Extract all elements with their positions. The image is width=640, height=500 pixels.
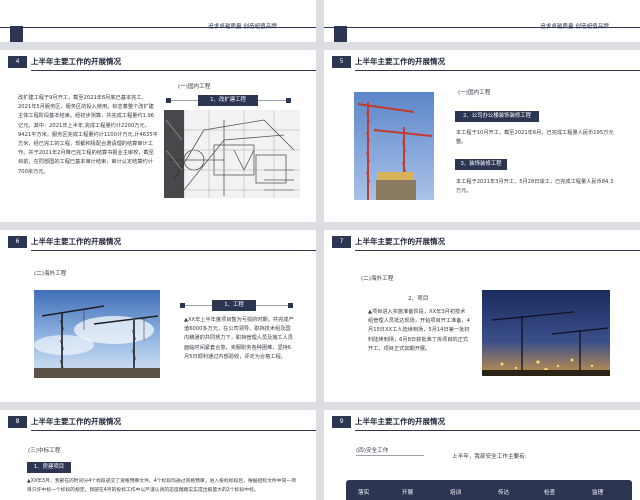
crane-photo (354, 92, 434, 200)
title-rule (31, 430, 316, 431)
slide-strip-top-right[interactable]: 追求卓越质量 创造超值品牌 (324, 0, 640, 42)
table-header-cell: 检查 (544, 490, 556, 496)
top-corner-block (10, 26, 23, 42)
slide-title: 上半年主要工作的开展情况 (31, 237, 121, 246)
slide-number: 5 (332, 56, 351, 68)
safety-table-header: 落实 开展 培训 传达 检查 监理 (346, 480, 632, 500)
slide-strip-top-left[interactable]: 追求卓越质量 创造超值品牌 (0, 0, 316, 42)
slogan: 追求卓越质量 创造超值品牌 (540, 24, 609, 30)
section-subtitle: (三)中标工程 (28, 448, 61, 454)
night-crane-photo (482, 290, 610, 376)
section-subtitle: (一)国内工程 (458, 90, 491, 96)
body-text: 改扩建工程于9月开工，截至2021年6月底已基本完工，2021年5月服务区，服务… (18, 95, 158, 175)
section-label: 1、房建项目 (27, 462, 71, 473)
title-rule (355, 70, 640, 71)
section-subtitle: (一)国内工程 (178, 84, 211, 90)
body-text: ▲项目进入实施准备阶段，XX年3月初技术组管理人员抵达现场，开始项目开工准备，4… (368, 309, 470, 352)
slide-title: 上半年主要工作的开展情况 (355, 57, 445, 66)
top-corner-block (334, 26, 347, 42)
slide-title: 上半年主要工作的开展情况 (31, 417, 121, 426)
slide-5[interactable]: 5 上半年主要工作的开展情况 (一)国内工程 2、公司办公楼装饰装修工程 本工程… (324, 50, 640, 222)
body-text-2: 本工程于10月开工，截至2021年6月，已完成工程量人民币195万元整。 (456, 130, 614, 146)
title-rule (31, 70, 316, 71)
title-rule (355, 430, 640, 431)
table-header-cell: 监理 (592, 490, 604, 496)
slide-9[interactable]: 9 上半年主要工作的开展情况 (四)安全工作 上半年，我部安全工作主要有: 落实… (324, 410, 640, 500)
slide-number: 8 (8, 416, 27, 428)
table-header-cell: 开展 (402, 490, 414, 496)
slide-number: 6 (8, 236, 27, 248)
slide-8[interactable]: 8 上半年主要工作的开展情况 (三)中标工程 1、房建项目 ▲XX年3月，我部在… (0, 410, 316, 500)
section-label-2: 2、公司办公楼装饰装修工程 (455, 111, 539, 122)
slogan: 追求卓越质量 创造超值品牌 (208, 24, 277, 30)
section-label-3: 3、装饰装修工程 (455, 159, 507, 170)
divider-mark (286, 98, 291, 103)
slide-title: 上半年主要工作的开展情况 (31, 57, 121, 66)
slide-number: 7 (332, 236, 351, 248)
body-text-3: 本工程于2021年3月开工，5月28日竣工，已完成工程量人民币84.3万元。 (456, 179, 614, 195)
section-label: 1、改扩建工程 (198, 95, 258, 106)
divider-mark (288, 303, 293, 308)
title-rule (31, 250, 316, 251)
title-rule (355, 250, 640, 251)
table-header-cell: 培训 (450, 490, 462, 496)
intro-text: 上半年，我部安全工作主要有: (452, 454, 527, 460)
crane-sky-photo (34, 290, 160, 378)
slide-6[interactable]: 6 上半年主要工作的开展情况 (二)海外工程 1、工程 ▲XX年上半年度项目暂为… (0, 230, 316, 402)
subtitle-rule (356, 455, 424, 456)
slide-4[interactable]: 4 上半年主要工作的开展情况 (一)国内工程 1、改扩建工程 改扩建工程于9月开… (0, 50, 316, 222)
table-header-cell: 传达 (498, 490, 510, 496)
section-heading: 2、项目 (408, 296, 429, 302)
slide-number: 9 (332, 416, 351, 428)
slide-title: 上半年主要工作的开展情况 (355, 417, 445, 426)
section-subtitle: (四)安全工作 (356, 448, 389, 454)
blueprint-image (164, 110, 300, 198)
body-text: ▲XX年3月，我部在的时间分4个标段递交了资格预审文件。4个标段均通过资格预审。… (27, 479, 296, 493)
slide-number: 4 (8, 56, 27, 68)
section-subtitle: (二)海外工程 (361, 276, 394, 282)
slide-title: 上半年主要工作的开展情况 (355, 237, 445, 246)
section-label: 1、工程 (212, 300, 256, 311)
slide-7[interactable]: 7 上半年主要工作的开展情况 (二)海外工程 2、项目 ▲项目进入实施准备阶段，… (324, 230, 640, 402)
body-text: ▲XX年上半年度项目暂为亏损的时期，共完成产值6000多万元，在公司领导、职挡技… (184, 317, 294, 360)
table-header-cell: 落实 (358, 490, 370, 496)
section-subtitle: (二)海外工程 (34, 271, 67, 277)
